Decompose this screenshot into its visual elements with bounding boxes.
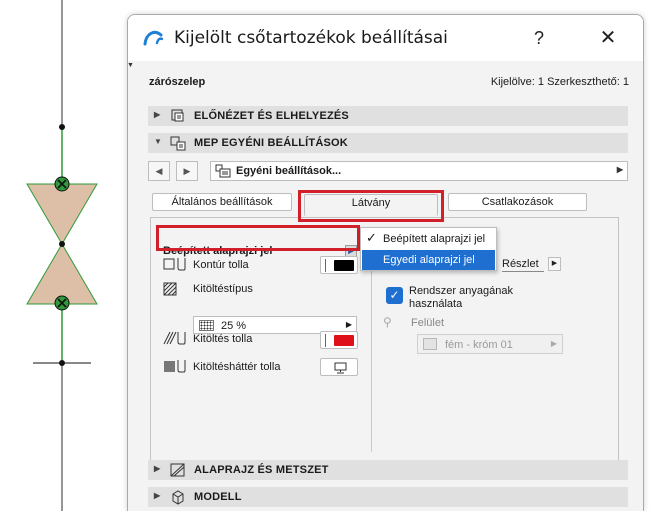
paint-brush-icon: ⚲ bbox=[383, 315, 392, 329]
system-material-checkbox[interactable]: ✓ bbox=[386, 287, 403, 304]
preset-icon bbox=[215, 164, 231, 178]
contour-pen-selector[interactable] bbox=[320, 256, 358, 274]
fill-pattern-swatch bbox=[199, 320, 214, 331]
surface-label: Felület bbox=[411, 317, 445, 329]
dialog-title: Kijelölt csőtartozékok beállításai bbox=[174, 28, 448, 48]
section-label: MEP EGYÉNI BEÁLLÍTÁSOK bbox=[194, 137, 348, 149]
menu-item-builtin-symbol[interactable]: ✓ Beépített alaprajzi jel bbox=[362, 229, 495, 249]
contour-pen-color bbox=[334, 260, 354, 271]
settings-dialog: Kijelölt csőtartozékok beállításai ? ✕ z… bbox=[127, 14, 644, 511]
expand-arrow-icon: ▶ bbox=[154, 491, 161, 500]
element-name: zárószelep bbox=[149, 76, 206, 88]
dropdown-arrow-icon: ▶ bbox=[616, 165, 623, 174]
small-down-arrow-icon: ▼ bbox=[127, 62, 134, 69]
menu-item-label: Egyedi alaprajzi jel bbox=[383, 254, 475, 266]
section-model[interactable]: ▶ MODELL bbox=[148, 487, 628, 507]
section-label: ALAPRAJZ ÉS METSZET bbox=[194, 464, 329, 476]
detail-arrow-button[interactable]: ▶ bbox=[548, 257, 561, 271]
pen-bar bbox=[325, 259, 326, 272]
section-floorplan[interactable]: ▶ ALAPRAJZ ÉS METSZET bbox=[148, 460, 628, 480]
close-button[interactable]: ✕ bbox=[590, 24, 626, 52]
selection-count: Kijelölve: 1 Szerkeszthető: 1 bbox=[490, 76, 629, 88]
surface-swatch bbox=[423, 338, 437, 350]
section-label: MODELL bbox=[194, 491, 242, 503]
menu-item-label: Beépített alaprajzi jel bbox=[383, 233, 486, 245]
archicad-logo-icon bbox=[143, 30, 164, 46]
surface-value: fém - króm 01 bbox=[445, 339, 513, 351]
fill-type-icon bbox=[163, 282, 177, 296]
fill-background-pen-label: Kitöltésháttér tolla bbox=[193, 361, 281, 373]
valve-upper-triangle[interactable] bbox=[26, 183, 98, 245]
preset-dropdown[interactable]: Egyéni beállítások... ▶ bbox=[210, 161, 628, 181]
tab-general[interactable]: Általános beállítások bbox=[152, 193, 292, 211]
fill-pen-label: Kitöltés tolla bbox=[193, 333, 253, 345]
preset-navigation: ◀ ▶ Egyéni beállítások... ▶ bbox=[148, 161, 628, 183]
floorplan-section-icon bbox=[170, 463, 185, 477]
collapse-arrow-icon: ▼ bbox=[154, 137, 162, 146]
dropdown-arrow-icon: ▶ bbox=[345, 320, 352, 329]
hotspot[interactable] bbox=[59, 241, 65, 247]
fill-background-pen-icon bbox=[164, 360, 186, 373]
symbol-type-menu: ✓ Beépített alaprajzi jel Egyedi alapraj… bbox=[360, 227, 497, 271]
mep-settings-icon bbox=[170, 136, 186, 151]
section-mep-custom[interactable]: ▼ MEP EGYÉNI BEÁLLÍTÁSOK bbox=[148, 133, 628, 153]
contour-pen-icon bbox=[163, 258, 186, 271]
valve-lower-triangle[interactable] bbox=[26, 243, 98, 305]
system-material-label: Rendszer anyagának használata bbox=[409, 285, 513, 310]
pen-bar bbox=[325, 334, 326, 347]
detail-label[interactable]: Részlet bbox=[502, 258, 539, 270]
title-bar[interactable]: Kijelölt csőtartozékok beállításai ? ✕ bbox=[128, 15, 643, 61]
section-label: ELŐNÉZET ÉS ELHELYEZÉS bbox=[194, 110, 349, 122]
fill-type-label: Kitöltéstípus bbox=[193, 283, 253, 295]
surface-dropdown[interactable]: fém - króm 01 ▶ bbox=[417, 334, 563, 354]
fill-pen-selector[interactable] bbox=[320, 331, 358, 349]
dropdown-arrow-icon: ▶ bbox=[550, 339, 557, 348]
detail-underline bbox=[502, 271, 544, 272]
fill-pen-color bbox=[334, 335, 354, 346]
fill-type-value: 25 % bbox=[221, 320, 247, 332]
previous-preset-button[interactable]: ◀ bbox=[148, 161, 170, 181]
preview-placement-icon bbox=[171, 109, 184, 122]
highlight-frame-symbol bbox=[156, 225, 360, 251]
highlight-frame-tab bbox=[298, 190, 444, 222]
fill-background-pen-selector[interactable] bbox=[320, 358, 358, 376]
next-preset-button[interactable]: ▶ bbox=[176, 161, 198, 181]
menu-item-custom-symbol[interactable]: Egyedi alaprajzi jel bbox=[362, 250, 495, 270]
help-button[interactable]: ? bbox=[521, 24, 557, 52]
hotspot[interactable] bbox=[59, 124, 65, 130]
fill-pen-icon bbox=[163, 331, 186, 345]
preset-value: Egyéni beállítások... bbox=[236, 165, 342, 177]
model-cube-icon bbox=[172, 490, 184, 505]
checkmark-icon: ✓ bbox=[366, 230, 377, 245]
contour-pen-label: Kontúr tolla bbox=[193, 259, 249, 271]
tab-connections[interactable]: Csatlakozások bbox=[448, 193, 587, 211]
section-preview[interactable]: ▶ ELŐNÉZET ÉS ELHELYEZÉS bbox=[148, 106, 628, 126]
expand-arrow-icon: ▶ bbox=[154, 110, 161, 119]
expand-arrow-icon: ▶ bbox=[154, 464, 161, 473]
monitor-icon bbox=[334, 362, 347, 374]
